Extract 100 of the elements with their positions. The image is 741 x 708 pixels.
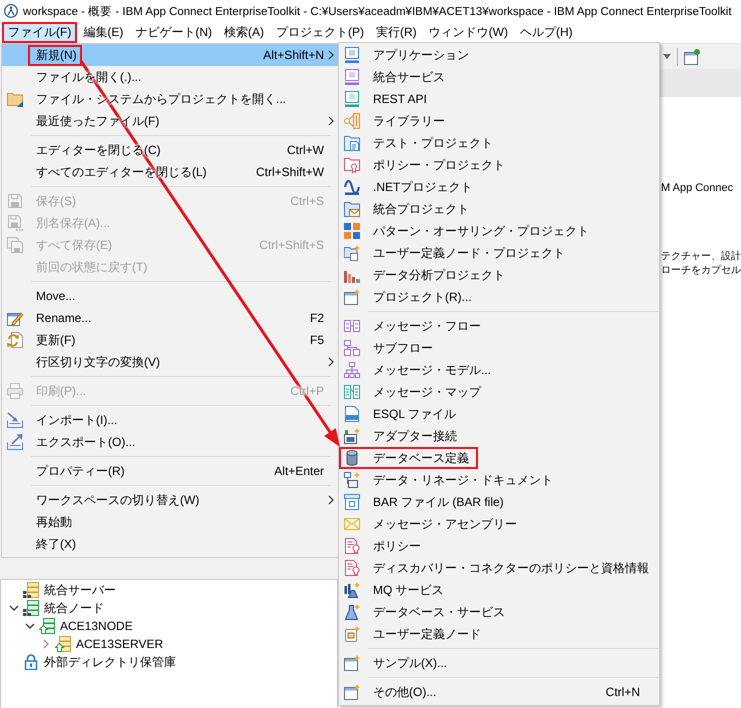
- tree-item[interactable]: 統合ノード: [1, 599, 337, 617]
- window-sparkle-icon: [344, 289, 360, 305]
- menu-item[interactable]: Rename... F2: [2, 307, 338, 329]
- caret-icon[interactable]: [663, 54, 671, 59]
- menu-item[interactable]: BAR ファイル (BAR file): [339, 491, 659, 513]
- folder-sparkle-icon: [344, 245, 360, 261]
- folder-envelope-icon: [344, 201, 360, 217]
- export-icon: [7, 434, 23, 450]
- menu-item[interactable]: ディスカバリー・コネクターのポリシーと資格情報: [339, 557, 659, 579]
- menu-item[interactable]: REST API: [339, 88, 659, 110]
- menu-item[interactable]: データ分析プロジェクト: [339, 264, 659, 286]
- menu-item[interactable]: プロパティー(R) Alt+Enter: [2, 460, 338, 482]
- menu-item[interactable]: アプリケーション: [339, 44, 659, 66]
- shortcut-text: F2: [308, 311, 324, 325]
- menu-item[interactable]: メッセージ・フロー: [339, 315, 659, 337]
- shortcut-text: F5: [308, 333, 324, 347]
- menu-item[interactable]: メッセージ・アセンブリー: [339, 513, 659, 535]
- shortcut-text: Alt+Enter: [273, 464, 324, 478]
- menu-item[interactable]: ユーザー定義ノード・プロジェクト: [339, 242, 659, 264]
- menubar-item[interactable]: ナビゲート(N): [129, 22, 218, 43]
- menu-item[interactable]: データベース・サービス: [339, 601, 659, 623]
- menu-item[interactable]: メッセージ・モデル...: [339, 359, 659, 381]
- envelope-icon: [344, 516, 360, 532]
- menu-item[interactable]: パターン・オーサリング・プロジェクト: [339, 220, 659, 242]
- window-sparkle-icon: [344, 655, 360, 671]
- shortcut-text: Ctrl+N: [604, 685, 640, 699]
- menubar-item[interactable]: 検索(A): [218, 22, 270, 43]
- database-icon: [344, 450, 360, 466]
- refresh-icon: [7, 332, 23, 348]
- menu-item[interactable]: すべてのエディターを閉じる(L) Ctrl+Shift+W: [2, 161, 338, 183]
- tile-icon: [344, 69, 360, 85]
- menu-item[interactable]: MQ サービス: [339, 579, 659, 601]
- menu-item[interactable]: 更新(F) F5: [2, 329, 338, 351]
- server-icon: [23, 600, 39, 616]
- menubar-item[interactable]: 編集(E): [77, 22, 130, 43]
- import-icon: [7, 412, 23, 428]
- tree-item[interactable]: 外部ディレクトリ保管庫: [1, 653, 337, 671]
- window-title: workspace - 概要 - IBM App Connect EnterpriseToolkit - C:¥Users¥aceadm¥IBM¥ACET13¥workspace - IBM App Connect EnterpriseToolkit: [23, 4, 732, 18]
- menu-item[interactable]: テスト・プロジェクト: [339, 132, 659, 154]
- tree-item[interactable]: ACE13SERVER: [1, 635, 337, 653]
- menu-item[interactable]: エクスポート(O)...: [2, 431, 338, 453]
- tree-item[interactable]: ACE13NODE: [1, 617, 337, 635]
- wave-icon: [344, 179, 360, 195]
- folder-icon: [7, 91, 23, 107]
- menu-item[interactable]: その他(O)... Ctrl+N: [339, 681, 659, 703]
- menu-item[interactable]: ライブラリー: [339, 110, 659, 132]
- policy-document-icon: [344, 560, 360, 576]
- menubar-item[interactable]: ウィンドウ(W): [422, 22, 514, 43]
- editor-text: ローチをカプセル: [661, 264, 741, 278]
- box-sparkle-icon: [344, 428, 360, 444]
- server-icon: [23, 582, 39, 598]
- flask-icon: [344, 604, 360, 620]
- menu-item[interactable]: メッセージ・マップ: [339, 381, 659, 403]
- lock-icon: [23, 654, 39, 670]
- shortcut-text: Ctrl+W: [286, 143, 324, 157]
- server-icon: [55, 636, 71, 652]
- grid-icon: [344, 223, 360, 239]
- menu-item[interactable]: ユーザー定義ノード: [339, 623, 659, 645]
- menu-item[interactable]: .NETプロジェクト: [339, 176, 659, 198]
- editor-text: テクチャー、設計: [661, 250, 741, 264]
- shortcut-text: Ctrl+Shift+W: [254, 165, 324, 179]
- menu-item[interactable]: ワークスペースの切り替え(W): [2, 489, 338, 511]
- menu-item[interactable]: 行区切り文字の変換(V): [2, 351, 338, 373]
- disks-icon: [7, 237, 23, 253]
- hierarchy-icon: [344, 362, 360, 378]
- menu-item[interactable]: サブフロー: [339, 337, 659, 359]
- document-folder-icon: [344, 135, 360, 151]
- window-sparkle-icon: [344, 684, 360, 700]
- menu-item[interactable]: 統合サービス: [339, 66, 659, 88]
- menu-item[interactable]: ポリシー・プロジェクト: [339, 154, 659, 176]
- menu-item[interactable]: 統合プロジェクト: [339, 198, 659, 220]
- menu-item[interactable]: 終了(X): [2, 533, 338, 555]
- menu-item[interactable]: Move...: [2, 285, 338, 307]
- window-badge-icon[interactable]: [684, 48, 700, 64]
- file-icon: [344, 406, 360, 422]
- linked-boxes-icon: [344, 472, 360, 488]
- tile-icon: [344, 47, 360, 63]
- chevron-right-icon[interactable]: [41, 639, 51, 649]
- tree-item[interactable]: 統合サーバー: [1, 581, 337, 599]
- policy-document-icon: [344, 538, 360, 554]
- menu-item[interactable]: ポリシー: [339, 535, 659, 557]
- chevron-down-icon[interactable]: [9, 603, 19, 613]
- menubar-item[interactable]: 実行(R): [370, 22, 423, 43]
- menubar-item[interactable]: ファイル(F): [2, 22, 78, 43]
- menu-item[interactable]: 再始動: [2, 511, 338, 533]
- menubar-item[interactable]: ヘルプ(H): [514, 22, 579, 43]
- flask-chart-icon: [344, 582, 360, 598]
- subflow-icon: [344, 340, 360, 356]
- menu-item[interactable]: データベース定義: [339, 447, 659, 469]
- menubar-item[interactable]: プロジェクト(P): [270, 22, 370, 43]
- menu-item[interactable]: データ・リネージ・ドキュメント: [339, 469, 659, 491]
- menu-item[interactable]: プロジェクト(R)...: [339, 286, 659, 308]
- editor-text: M App Connec: [661, 181, 734, 195]
- shortcut-text: Ctrl+Shift+S: [258, 238, 324, 252]
- menu-item[interactable]: アダプター接続: [339, 425, 659, 447]
- menu-item[interactable]: ESQL ファイル: [339, 403, 659, 425]
- chevron-down-icon[interactable]: [25, 621, 35, 631]
- menu-item[interactable]: 新規(N) Alt+Shift+N: [2, 44, 338, 66]
- menu-item[interactable]: インポート(I)...: [2, 409, 338, 431]
- menu-item[interactable]: サンプル(X)...: [339, 652, 659, 674]
